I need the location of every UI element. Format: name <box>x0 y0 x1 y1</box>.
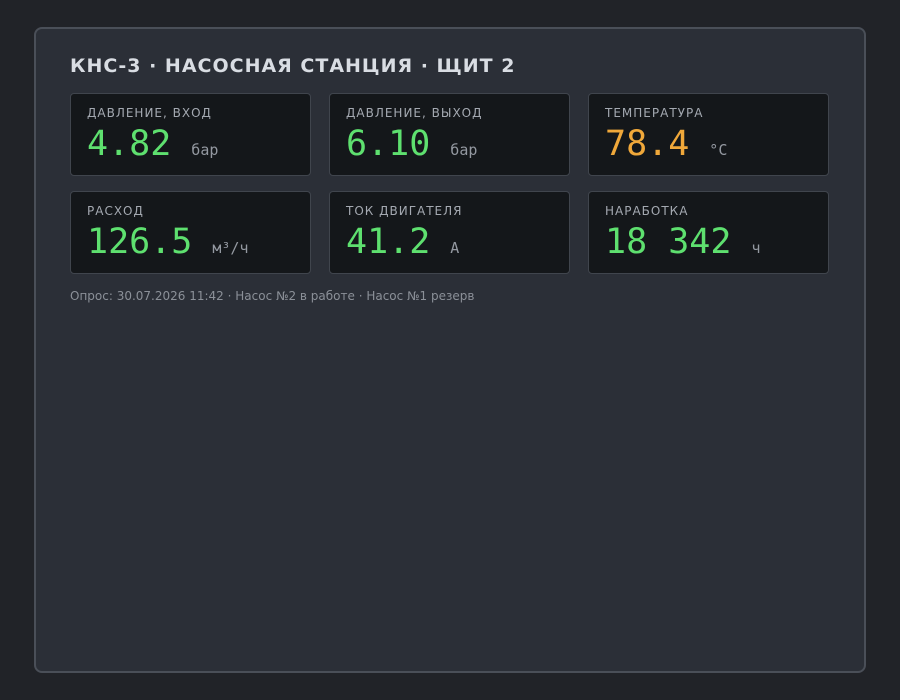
tile-flow-rate: РАСХОД 126.5 м³/ч <box>70 191 311 274</box>
tile-unit: бар <box>191 141 219 159</box>
tile-label: ТЕМПЕРАТУРА <box>605 106 704 120</box>
tile-unit: А <box>450 239 460 257</box>
tile-value: 126.5 <box>87 222 193 262</box>
panel-title: КНС-3 · НАСОСНАЯ СТАНЦИЯ · ЩИТ 2 <box>70 55 516 77</box>
tile-label: НАРАБОТКА <box>605 204 689 218</box>
tile-reading: 18 342 ч <box>605 223 760 262</box>
tile-value: 18 342 <box>605 222 732 262</box>
tile-reading: 4.82 бар <box>87 125 218 164</box>
tile-label: ДАВЛЕНИЕ, ВХОД <box>87 106 212 120</box>
poll-status-text: Опрос: 30.07.2026 11:42 · Насос №2 в раб… <box>70 289 475 303</box>
tile-unit: бар <box>450 141 478 159</box>
tile-reading: 41.2 А <box>346 223 459 262</box>
tile-motor-current: ТОК ДВИГАТЕЛЯ 41.2 А <box>329 191 570 274</box>
readings-grid: ДАВЛЕНИЕ, ВХОД 4.82 бар ДАВЛЕНИЕ, ВЫХОД … <box>70 93 829 274</box>
tile-label: РАСХОД <box>87 204 144 218</box>
tile-label: ДАВЛЕНИЕ, ВЫХОД <box>346 106 483 120</box>
tile-label: ТОК ДВИГАТЕЛЯ <box>346 204 463 218</box>
tile-value: 78.4 <box>605 124 690 164</box>
tile-value: 6.10 <box>346 124 431 164</box>
tile-value: 41.2 <box>346 222 431 262</box>
tile-unit: ч <box>751 239 761 257</box>
tile-value: 4.82 <box>87 124 172 164</box>
tile-runtime-hours: НАРАБОТКА 18 342 ч <box>588 191 829 274</box>
pump-station-panel: КНС-3 · НАСОСНАЯ СТАНЦИЯ · ЩИТ 2 ДАВЛЕНИ… <box>34 27 866 673</box>
tile-inlet-pressure: ДАВЛЕНИЕ, ВХОД 4.82 бар <box>70 93 311 176</box>
tile-reading: 126.5 м³/ч <box>87 223 248 262</box>
tile-reading: 6.10 бар <box>346 125 477 164</box>
tile-unit: м³/ч <box>212 239 249 257</box>
tile-reading: 78.4 °C <box>605 125 727 164</box>
tile-temperature: ТЕМПЕРАТУРА 78.4 °C <box>588 93 829 176</box>
tile-outlet-pressure: ДАВЛЕНИЕ, ВЫХОД 6.10 бар <box>329 93 570 176</box>
tile-unit: °C <box>709 141 728 159</box>
